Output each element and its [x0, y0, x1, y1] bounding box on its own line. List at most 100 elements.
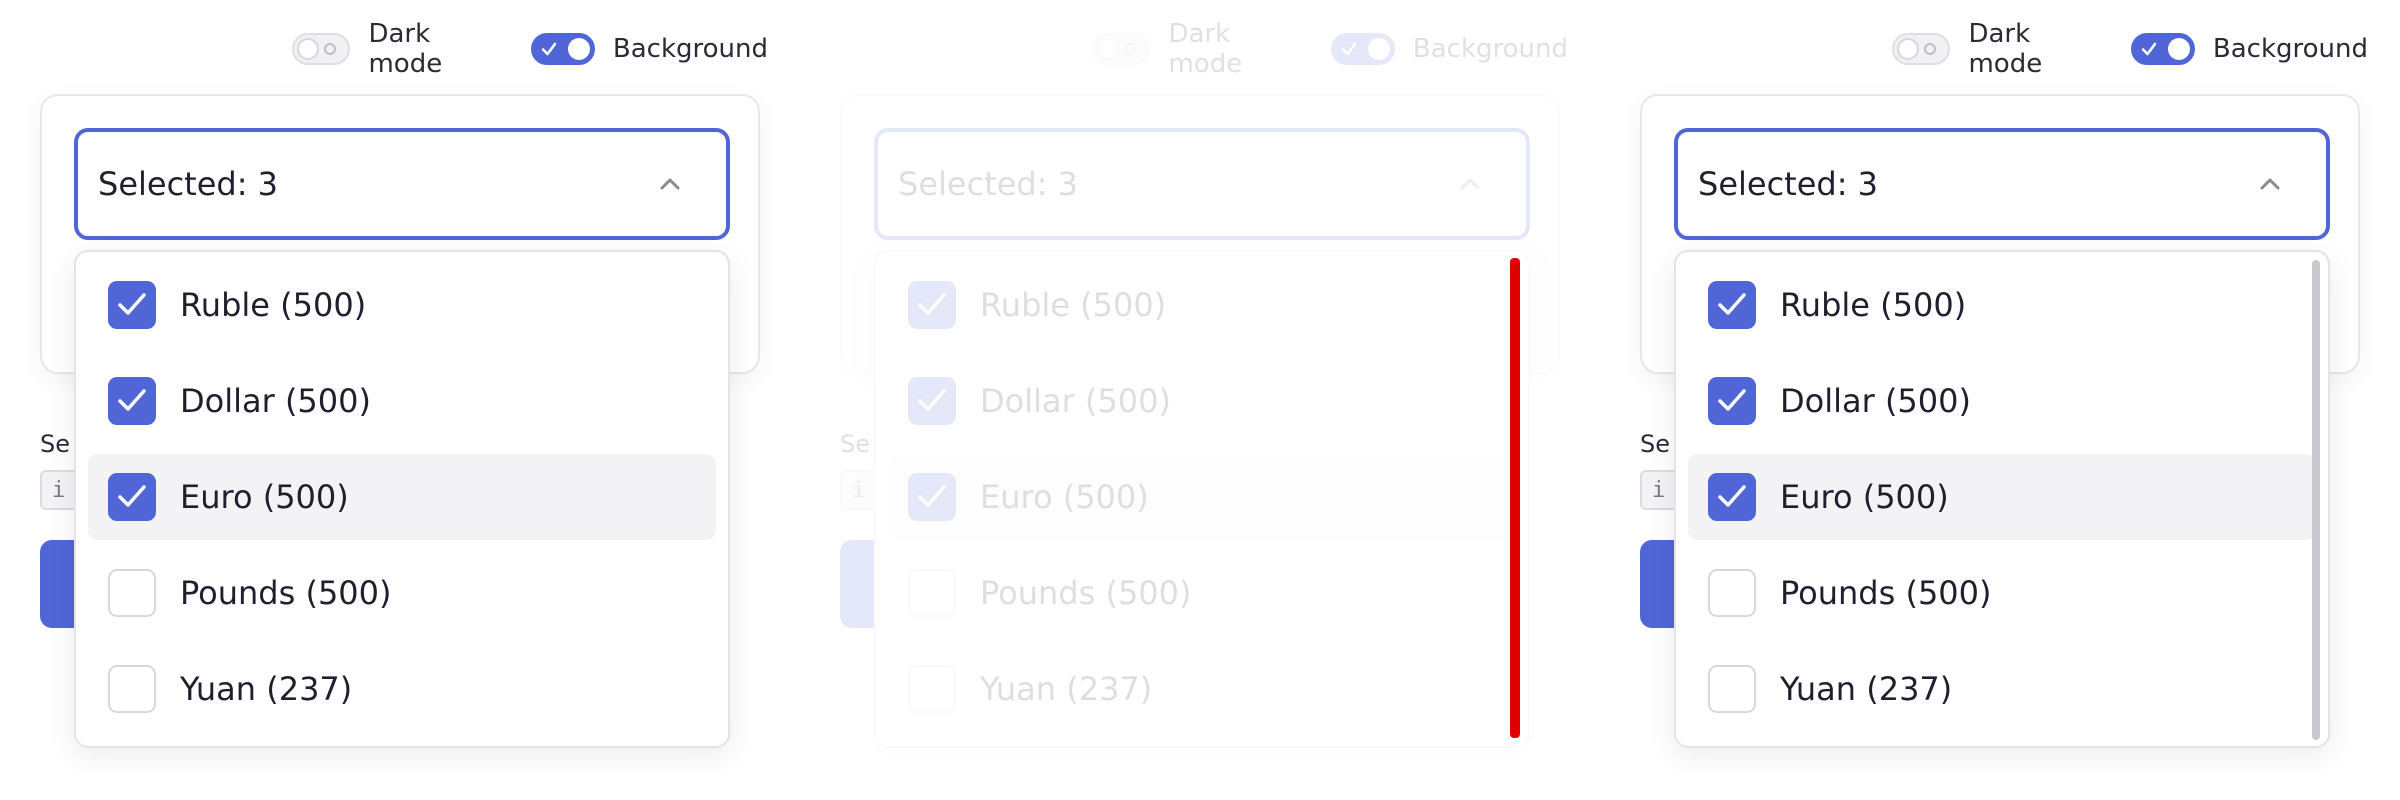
option-label: Pounds (500): [180, 574, 392, 612]
checkbox[interactable]: [108, 281, 156, 329]
option-label: Dollar (500): [980, 382, 1171, 420]
dark-mode-label: Dark mode: [368, 19, 443, 79]
option-dollar[interactable]: Dollar (500): [888, 358, 1516, 444]
dropdown-scrollbar-highlight[interactable]: [1510, 258, 1520, 738]
check-icon: [118, 389, 146, 411]
option-yuan[interactable]: Yuan (237): [88, 646, 716, 732]
check-icon: [918, 389, 946, 411]
option-label: Yuan (237): [980, 670, 1153, 708]
option-label: Pounds (500): [1780, 574, 1992, 612]
option-euro[interactable]: Euro (500): [1688, 454, 2316, 540]
dark-mode-switch[interactable]: [292, 33, 351, 65]
options-dropdown: Ruble (500) Dollar (500) Euro (500) Poun…: [1674, 250, 2330, 748]
checkbox[interactable]: [108, 665, 156, 713]
background-switch[interactable]: [530, 33, 595, 65]
checkbox[interactable]: [908, 473, 956, 521]
checkbox[interactable]: [1708, 377, 1756, 425]
chevron-up-icon: [2260, 178, 2280, 190]
select-value: Selected: 3: [898, 165, 1079, 203]
option-label: Euro (500): [980, 478, 1149, 516]
option-dollar[interactable]: Dollar (500): [1688, 358, 2316, 444]
option-label: Euro (500): [180, 478, 349, 516]
option-pounds[interactable]: Pounds (500): [888, 550, 1516, 636]
checkbox[interactable]: [908, 665, 956, 713]
currency-select[interactable]: Selected: 3: [874, 128, 1530, 240]
option-dollar[interactable]: Dollar (500): [88, 358, 716, 444]
checkbox[interactable]: [908, 569, 956, 617]
background-toggle-group[interactable]: Background: [530, 33, 768, 65]
background-toggle-group[interactable]: Background: [1330, 33, 1568, 65]
checkbox[interactable]: [908, 377, 956, 425]
checkbox[interactable]: [108, 377, 156, 425]
toggle-bar: Dark mode Background: [1892, 19, 2400, 79]
check-icon: [1718, 293, 1746, 315]
background-label: Background: [2212, 34, 2368, 64]
check-icon: [118, 293, 146, 315]
checkbox[interactable]: [1708, 281, 1756, 329]
off-circle-icon: [1124, 43, 1137, 55]
option-label: Ruble (500): [1780, 286, 1967, 324]
checkbox[interactable]: [908, 281, 956, 329]
checkbox[interactable]: [108, 569, 156, 617]
select-demo-panel-scrollbar: Dark mode Background Se i Selected: 3 Ru…: [1600, 0, 2400, 800]
check-icon: [918, 293, 946, 315]
toggle-bar: Dark mode Background: [1092, 19, 1600, 79]
checkbox[interactable]: [1708, 569, 1756, 617]
currency-select[interactable]: Selected: 3: [1674, 128, 2330, 240]
checkbox[interactable]: [108, 473, 156, 521]
switch-knob: [297, 38, 319, 60]
switch-knob: [567, 38, 590, 60]
check-icon: [1718, 389, 1746, 411]
background-label: Background: [612, 34, 768, 64]
check-icon: [1718, 485, 1746, 507]
switch-knob: [1897, 38, 1919, 60]
option-euro[interactable]: Euro (500): [888, 454, 1516, 540]
option-label: Euro (500): [1780, 478, 1949, 516]
toggle-bar: Dark mode Background: [292, 19, 800, 79]
option-pounds[interactable]: Pounds (500): [88, 550, 716, 636]
option-ruble[interactable]: Ruble (500): [888, 262, 1516, 348]
option-euro[interactable]: Euro (500): [88, 454, 716, 540]
background-toggle-group[interactable]: Background: [2130, 33, 2368, 65]
check-icon: [118, 485, 146, 507]
switch-knob: [1097, 38, 1119, 60]
option-yuan[interactable]: Yuan (237): [1688, 646, 2316, 732]
option-label: Dollar (500): [1780, 382, 1971, 420]
check-icon: [918, 485, 946, 507]
currency-select[interactable]: Selected: 3: [74, 128, 730, 240]
check-icon: [1341, 42, 1357, 56]
dark-mode-toggle-group[interactable]: Dark mode: [1092, 19, 1299, 79]
chevron-up-icon: [660, 178, 680, 190]
options-dropdown: Ruble (500) Dollar (500) Euro (500) Poun…: [74, 250, 730, 748]
off-circle-icon: [324, 43, 337, 55]
checkbox[interactable]: [1708, 665, 1756, 713]
dark-mode-label: Dark mode: [1968, 19, 2043, 79]
setting-label: Se: [40, 430, 70, 458]
background-label: Background: [1412, 34, 1568, 64]
option-label: Dollar (500): [180, 382, 371, 420]
option-label: Yuan (237): [180, 670, 353, 708]
switch-knob: [1367, 38, 1390, 60]
off-circle-icon: [1924, 43, 1937, 55]
option-yuan[interactable]: Yuan (237): [888, 646, 1516, 732]
dark-mode-switch[interactable]: [1892, 33, 1951, 65]
option-pounds[interactable]: Pounds (500): [1688, 550, 2316, 636]
setting-label: Se: [1640, 430, 1670, 458]
dark-mode-switch[interactable]: [1092, 33, 1151, 65]
select-value: Selected: 3: [98, 165, 279, 203]
option-label: Pounds (500): [980, 574, 1192, 612]
select-value: Selected: 3: [1698, 165, 1879, 203]
background-switch[interactable]: [1330, 33, 1395, 65]
dark-mode-toggle-group[interactable]: Dark mode: [1892, 19, 2099, 79]
setting-label: Se: [840, 430, 870, 458]
option-ruble[interactable]: Ruble (500): [1688, 262, 2316, 348]
check-icon: [541, 42, 557, 56]
dropdown-scrollbar[interactable]: [2312, 260, 2320, 740]
switch-knob: [2167, 38, 2190, 60]
option-ruble[interactable]: Ruble (500): [88, 262, 716, 348]
select-demo-panel-faded: Dark mode Background Se i Selected: 3 Ru…: [800, 0, 1600, 800]
dark-mode-toggle-group[interactable]: Dark mode: [292, 19, 499, 79]
background-switch[interactable]: [2130, 33, 2195, 65]
dark-mode-label: Dark mode: [1168, 19, 1243, 79]
checkbox[interactable]: [1708, 473, 1756, 521]
